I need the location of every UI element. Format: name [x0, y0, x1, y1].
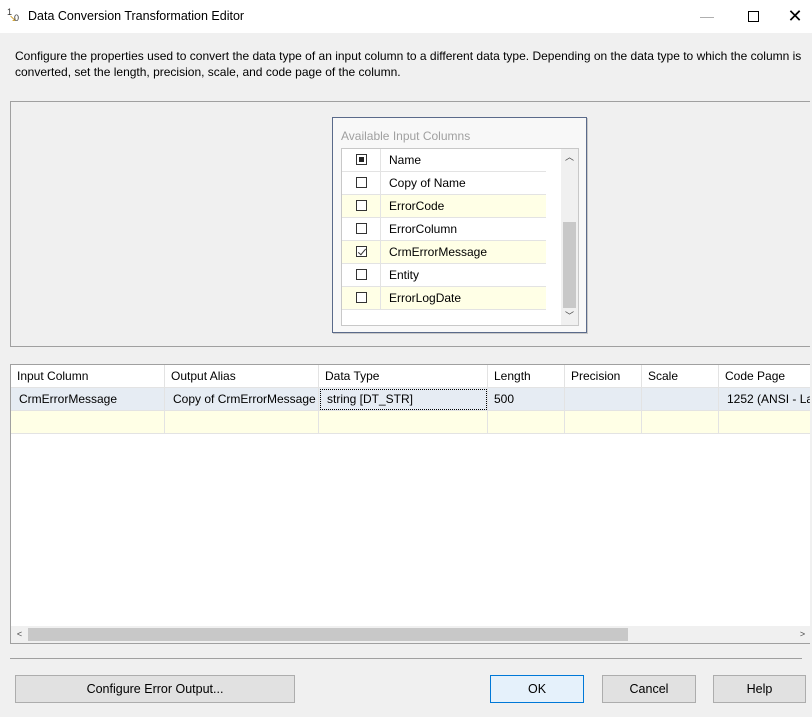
cell-code-page[interactable]: 1252 (ANSI - Latin I)	[719, 388, 810, 411]
column-checkbox[interactable]	[356, 200, 367, 211]
scroll-thumb[interactable]	[28, 628, 628, 641]
cell-precision[interactable]	[565, 388, 642, 411]
list-item-label: CrmErrorMessage	[389, 245, 488, 259]
help-button[interactable]: Help	[713, 675, 806, 703]
list-header-row[interactable]: Name	[342, 149, 546, 172]
list-item-label: ErrorLogDate	[389, 291, 462, 305]
cell-input-column[interactable]: CrmErrorMessage	[11, 388, 165, 411]
cell-length[interactable]: 500	[488, 388, 565, 411]
table-row-new[interactable]	[11, 411, 810, 434]
grid-horizontal-scrollbar[interactable]: < >	[11, 626, 810, 643]
list-vertical-scrollbar[interactable]: ︿ ﹀	[561, 149, 578, 325]
app-icon: 1 ↘ 0	[7, 7, 20, 23]
list-item-label: ErrorCode	[389, 199, 445, 213]
header-scale[interactable]: Scale	[642, 365, 719, 388]
chevron-left-icon[interactable]: <	[11, 626, 28, 643]
list-item-errorlogdate[interactable]: ErrorLogDate	[342, 287, 546, 310]
cancel-button[interactable]: Cancel	[602, 675, 696, 703]
cell-precision[interactable]	[565, 411, 642, 434]
grid-header-row: Input Column Output Alias Data Type Leng…	[11, 365, 810, 388]
chevron-up-icon[interactable]: ︿	[561, 149, 578, 166]
conversion-grid[interactable]: Input Column Output Alias Data Type Leng…	[10, 364, 810, 644]
header-length[interactable]: Length	[488, 365, 565, 388]
cell-length[interactable]	[488, 411, 565, 434]
list-item-errorcolumn[interactable]: ErrorColumn	[342, 218, 546, 241]
cell-input-column[interactable]	[11, 411, 165, 434]
list-item-label: ErrorColumn	[389, 222, 458, 236]
cell-data-type[interactable]	[319, 411, 488, 434]
list-item-label: Entity	[389, 268, 420, 282]
cell-code-page[interactable]	[719, 411, 810, 434]
cell-output-alias[interactable]: Copy of CrmErrorMessage	[165, 388, 319, 411]
available-input-columns-caption: Available Input Columns	[341, 129, 471, 143]
divider	[10, 658, 802, 659]
cell-output-alias[interactable]	[165, 411, 319, 434]
column-checkbox[interactable]	[356, 223, 367, 234]
description-text: Configure the properties used to convert…	[15, 49, 802, 79]
available-input-columns-list[interactable]: Name Copy of Name ErrorCode ErrorColumn …	[341, 148, 579, 326]
header-input-column[interactable]: Input Column	[11, 365, 165, 388]
list-header-label: Name	[389, 153, 422, 167]
available-input-columns-box: Available Input Columns Name Copy of Nam…	[332, 117, 587, 333]
column-checkbox[interactable]	[356, 269, 367, 280]
list-item-entity[interactable]: Entity	[342, 264, 546, 287]
title-bar: 1 ↘ 0 Data Conversion Transformation Edi…	[0, 0, 812, 33]
list-item-errorcode[interactable]: ErrorCode	[342, 195, 546, 218]
list-item-copy-of-name[interactable]: Copy of Name	[342, 172, 546, 195]
minimize-icon[interactable]: —	[684, 0, 730, 33]
chevron-right-icon[interactable]: >	[794, 626, 810, 643]
list-item-crmerrormessage[interactable]: CrmErrorMessage	[342, 241, 546, 264]
column-checkbox[interactable]	[356, 246, 367, 257]
window-title: Data Conversion Transformation Editor	[28, 9, 245, 23]
column-checkbox[interactable]	[356, 292, 367, 303]
header-output-alias[interactable]: Output Alias	[165, 365, 319, 388]
cell-scale[interactable]	[642, 388, 719, 411]
select-all-checkbox[interactable]	[356, 154, 367, 165]
close-icon[interactable]: ✕	[772, 0, 812, 33]
configure-error-output-button[interactable]: Configure Error Output...	[15, 675, 295, 703]
header-data-type[interactable]: Data Type	[319, 365, 488, 388]
list-item-label: Copy of Name	[389, 176, 466, 190]
column-checkbox[interactable]	[356, 177, 367, 188]
header-precision[interactable]: Precision	[565, 365, 642, 388]
cell-data-type[interactable]: string [DT_STR]	[319, 388, 488, 411]
table-row[interactable]: CrmErrorMessage Copy of CrmErrorMessage …	[11, 388, 810, 411]
ok-button[interactable]: OK	[490, 675, 584, 703]
maximize-icon[interactable]	[730, 0, 776, 33]
header-code-page[interactable]: Code Page	[719, 365, 810, 388]
chevron-down-icon[interactable]: ﹀	[561, 308, 578, 325]
scroll-thumb[interactable]	[563, 222, 576, 308]
cell-scale[interactable]	[642, 411, 719, 434]
